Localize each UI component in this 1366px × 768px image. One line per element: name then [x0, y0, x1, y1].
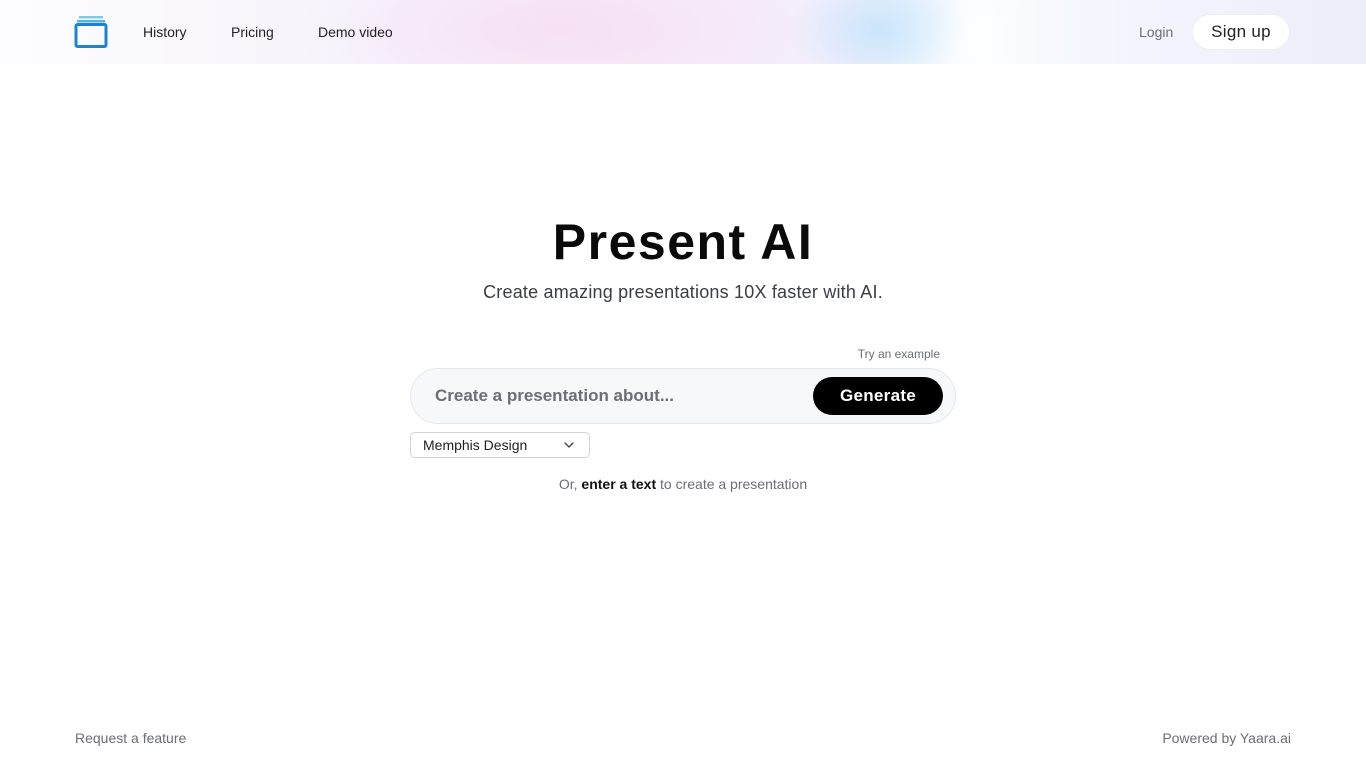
generate-button[interactable]: Generate	[813, 377, 943, 415]
request-feature-link[interactable]: Request a feature	[75, 729, 186, 747]
nav-demo-video[interactable]: Demo video	[318, 22, 393, 42]
alt-suffix: to create a presentation	[656, 476, 808, 492]
sign-up-button[interactable]: Sign up	[1192, 14, 1290, 50]
theme-dropdown[interactable]: Memphis Design	[410, 432, 590, 458]
enter-text-link[interactable]: enter a text	[581, 476, 656, 492]
page-subtitle: Create amazing presentations 10X faster …	[483, 282, 883, 302]
chevron-down-icon	[564, 442, 574, 448]
prompt-bar: Generate	[410, 368, 956, 424]
nav-pricing[interactable]: Pricing	[231, 22, 274, 42]
logo-icon[interactable]	[74, 15, 108, 49]
page-title: Present AI	[552, 214, 814, 270]
login-link[interactable]: Login	[1139, 22, 1173, 42]
try-example-link[interactable]: Try an example	[858, 346, 940, 362]
nav-history[interactable]: History	[143, 22, 187, 42]
theme-selected-value: Memphis Design	[423, 437, 528, 453]
top-navigation-bar: History Pricing Demo video Login Sign up	[0, 0, 1366, 64]
alternative-input-hint: Or, enter a text to create a presentatio…	[0, 475, 1366, 493]
alt-prefix: Or,	[558, 476, 582, 492]
presentation-topic-input[interactable]	[435, 369, 805, 423]
powered-by-link[interactable]: Powered by Yaara.ai	[1162, 729, 1291, 747]
